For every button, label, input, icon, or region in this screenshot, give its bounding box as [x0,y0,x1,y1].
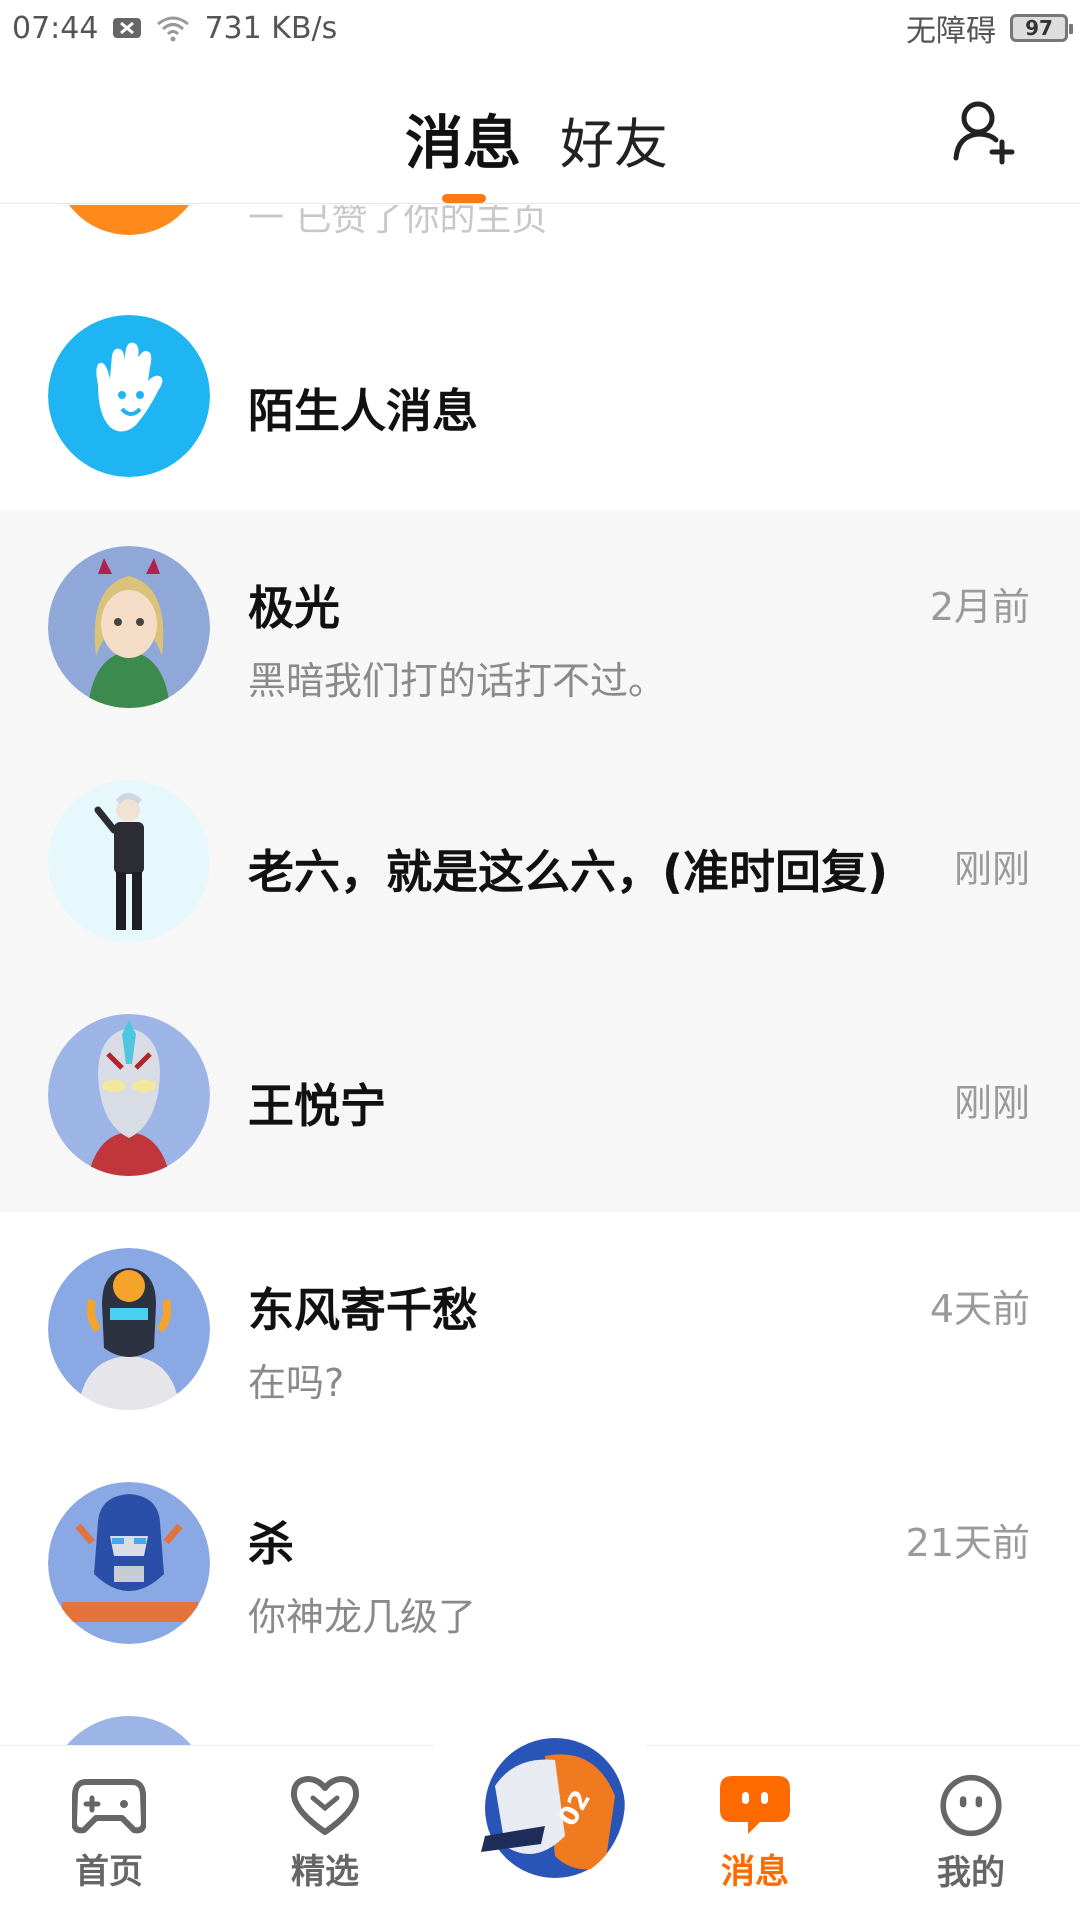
tab-friends[interactable]: 好友 [560,100,668,179]
nav-mine[interactable]: 我的 [896,1774,1046,1894]
header: 消息 好友 [0,56,1080,204]
nav-messages-label: 消息 [721,1852,789,1892]
message-list[interactable]: 一 已赞了你的主页 陌生人消息 极光 黑暗我们打的话打不过。 2月前 老六，就是… [0,205,1080,1745]
nav-home-label: 首页 [75,1852,143,1892]
message-preview: 一 已赞了你的主页 [248,205,548,239]
nav-messages[interactable]: 消息 [680,1774,830,1894]
avatar [54,205,204,235]
battery-icon: 97 [1010,14,1073,42]
chat-bubble-icon [720,1776,790,1834]
battery-level: 97 [1025,16,1053,40]
avatar [48,1014,210,1176]
heart-icon [290,1776,360,1835]
avatar [48,1482,210,1644]
stranger-messages-label: 陌生人消息 [248,384,478,438]
contact-name: 老六，就是这么六，(准时回复) [248,845,889,899]
list-item[interactable]: 杀 你神龙几级了 21天前 [0,1446,1080,1680]
accessibility-label: 无障碍 [906,14,996,49]
stranger-avatar [48,315,210,477]
nav-center-avatar-button[interactable]: 02 [455,1716,625,1886]
status-bar: 07:44 731 KB/s 无障碍 97 [0,0,1080,56]
message-time: 刚刚 [953,1081,1030,1125]
message-preview: 在吗? [248,1361,345,1405]
bottom-navigation: 首页 精选 02 消息 我的 [0,1698,1080,1920]
wifi-icon [157,16,190,42]
hand-icon [48,315,210,477]
list-item[interactable]: 东风寄千愁 在吗? 4天前 [0,1212,1080,1446]
avatar [48,1716,210,1745]
message-preview: 黑暗我们打的话打不过。 [248,659,667,703]
avatar [48,546,210,708]
message-time: 4天前 [929,1287,1030,1331]
contact-name: 东风寄千愁 [248,1283,478,1337]
gamepad-icon [72,1779,146,1834]
message-time: 2月前 [929,585,1030,629]
contact-name: 杀 [248,1517,294,1571]
active-tab-indicator [442,194,486,203]
nav-featured[interactable]: 精选 [250,1774,400,1894]
network-speed: 731 KB/s [204,10,338,46]
contact-name: 王悦宁 [248,1079,386,1133]
message-time: 21天前 [905,1521,1030,1565]
face-icon [940,1774,1002,1837]
contact-name: 极光 [248,581,340,635]
list-item[interactable]: 极光 黑暗我们打的话打不过。 2月前 [0,510,1080,744]
tab-messages[interactable]: 消息 [405,96,521,180]
nav-featured-label: 精选 [291,1852,359,1892]
avatar [48,780,210,942]
notification-icon [113,18,142,38]
message-preview: 你神龙几级了 [248,1595,477,1639]
game-character-icon: 02 [455,1716,625,1886]
add-friend-icon [953,101,1015,165]
status-time: 07:44 [12,10,99,46]
nav-home[interactable]: 首页 [34,1774,184,1894]
avatar [48,1248,210,1410]
message-time: 刚刚 [953,847,1030,891]
nav-mine-label: 我的 [937,1853,1005,1893]
add-friend-button[interactable] [950,96,1020,166]
list-item[interactable]: 王悦宁 刚刚 [0,978,1080,1212]
list-item[interactable]: 老六，就是这么六，(准时回复) 刚刚 [0,744,1080,978]
stranger-messages-row[interactable]: 陌生人消息 [0,265,1080,499]
